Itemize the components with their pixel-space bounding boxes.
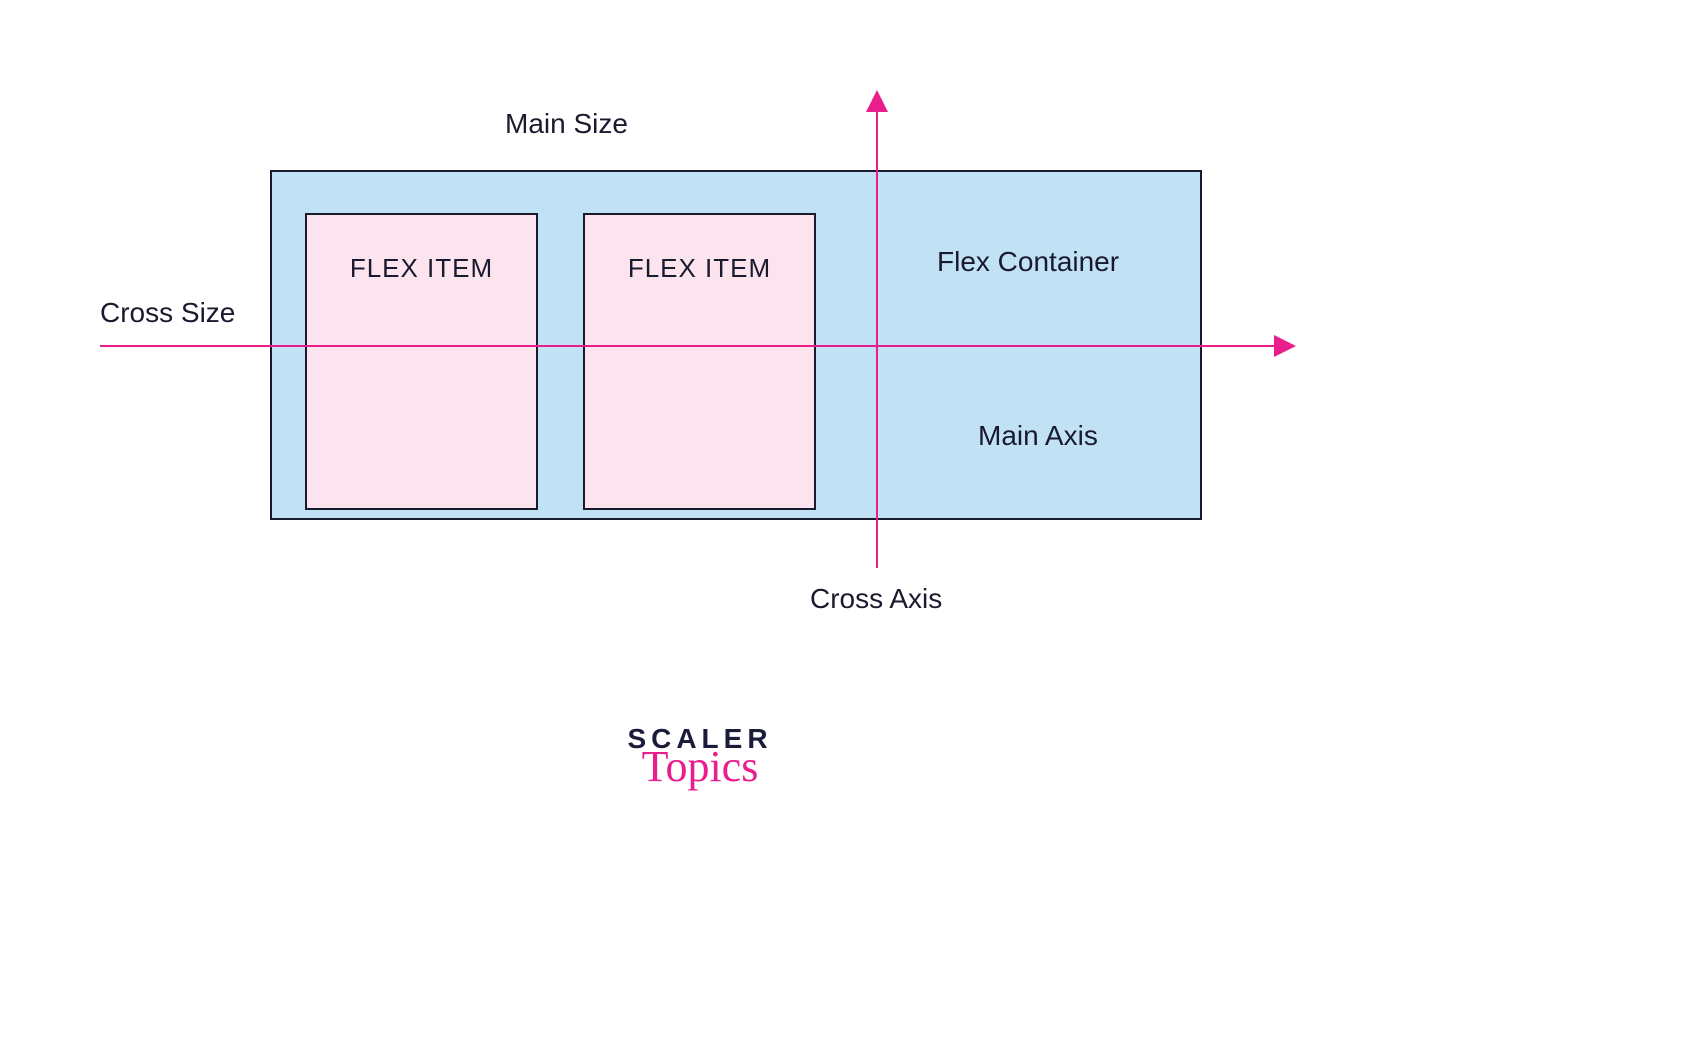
label-cross-size: Cross Size [100,297,235,329]
label-cross-axis: Cross Axis [810,583,942,615]
flex-item-2: FLEX ITEM [583,213,816,510]
main-axis-arrow [100,345,1278,347]
logo-line2: Topics [620,745,780,789]
cross-axis-arrow [876,108,878,568]
flex-item-1: FLEX ITEM [305,213,538,510]
label-main-axis: Main Axis [978,420,1098,452]
scaler-topics-logo: SCALER Topics [620,723,780,789]
flexbox-diagram: Main Size Cross Size FLEX ITEM FLEX ITEM… [0,0,1701,1057]
label-main-size: Main Size [505,108,628,140]
label-flex-container: Flex Container [937,246,1119,278]
